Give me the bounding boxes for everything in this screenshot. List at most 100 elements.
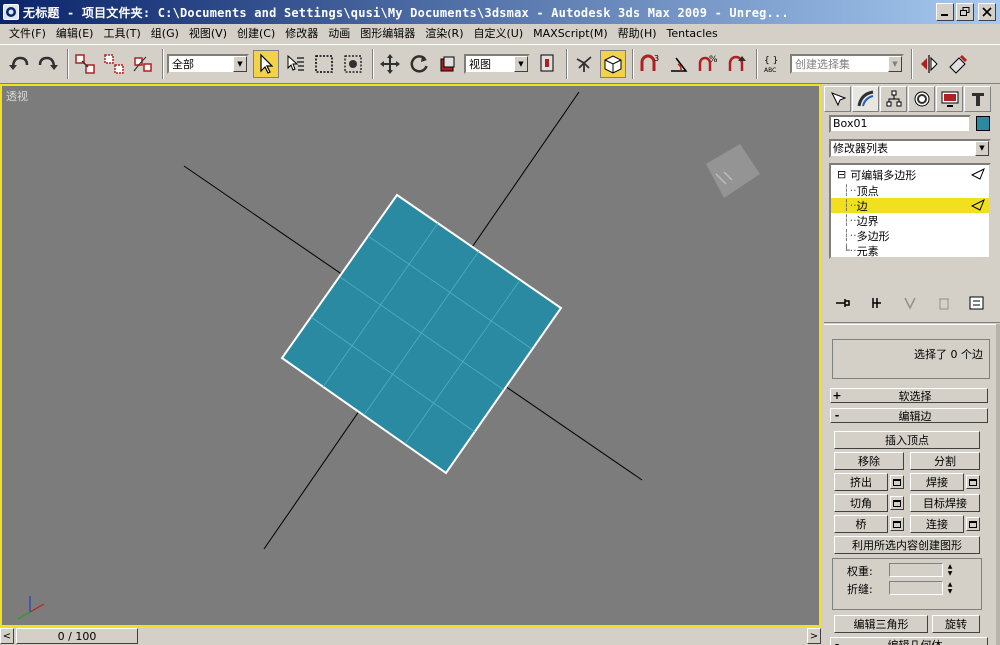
box01-object[interactable] — [280, 193, 563, 475]
stack-item-element[interactable]: └·· 元素 — [831, 243, 989, 258]
crease-spinner[interactable]: ▲ ▼ — [945, 581, 955, 595]
display-tab[interactable] — [936, 86, 963, 112]
spinner-snap-toggle-button[interactable] — [724, 50, 750, 78]
utilities-tab[interactable] — [964, 86, 991, 112]
time-slider-next-button[interactable]: > — [807, 628, 821, 644]
menu-rendering[interactable]: 渲染(R) — [420, 24, 468, 44]
object-color-swatch[interactable] — [976, 116, 990, 131]
menu-graph-editors[interactable]: 图形编辑器 — [355, 24, 420, 44]
stack-item-border[interactable]: ┆·· 边界 — [831, 213, 989, 228]
select-object-button[interactable] — [253, 50, 279, 78]
menu-animation[interactable]: 动画 — [323, 24, 355, 44]
command-panel-scrollbar[interactable] — [996, 324, 1000, 645]
edit-triangulation-button[interactable]: 编辑三角形 — [834, 615, 928, 633]
menu-file[interactable]: 文件(F) — [4, 24, 51, 44]
connect-settings-button[interactable] — [966, 517, 980, 531]
turn-button[interactable]: 旋转 — [932, 615, 980, 633]
create-shape-from-selection-button[interactable]: 利用所选内容创建图形 — [834, 536, 980, 554]
mirror-button[interactable] — [916, 50, 942, 78]
perspective-viewport[interactable]: 透视 — [0, 84, 821, 627]
window-crossing-button[interactable] — [340, 50, 366, 78]
reference-coordinate-system-dropdown[interactable]: 视图 ▼ — [464, 54, 530, 74]
soft-selection-rollout-header[interactable]: + 软选择 — [830, 388, 988, 403]
modifier-on-icon[interactable] — [971, 168, 985, 180]
remove-modifier-button[interactable] — [934, 294, 954, 312]
show-end-result-button[interactable] — [867, 294, 887, 312]
target-weld-button[interactable]: 目标焊接 — [910, 494, 980, 512]
undo-button[interactable] — [6, 50, 32, 78]
redo-button[interactable] — [35, 50, 61, 78]
menu-create[interactable]: 创建(C) — [232, 24, 280, 44]
modifier-list-dropdown[interactable]: 修改器列表 ▼ — [829, 139, 991, 158]
rollout-area: 选择了 0 个边 + 软选择 - 编辑边 插入顶点 移除 分割 挤出 焊接 切角… — [828, 329, 998, 645]
configure-modifier-sets-button[interactable] — [967, 294, 987, 312]
menu-help[interactable]: 帮助(H) — [613, 24, 662, 44]
bind-to-space-warp-button[interactable] — [130, 50, 156, 78]
menu-edit[interactable]: 编辑(E) — [51, 24, 99, 44]
select-and-manipulate-button[interactable] — [571, 50, 597, 78]
insert-vertex-button[interactable]: 插入顶点 — [834, 431, 980, 449]
remove-button[interactable]: 移除 — [834, 452, 904, 470]
make-unique-button[interactable] — [900, 294, 920, 312]
named-selection-sets-input[interactable]: 创建选择集 ▼ — [790, 54, 904, 74]
weight-input[interactable] — [889, 563, 943, 577]
menu-modifiers[interactable]: 修改器 — [280, 24, 323, 44]
chamfer-button[interactable]: 切角 — [834, 494, 888, 512]
modify-tab-icon — [857, 90, 873, 107]
connect-button[interactable]: 连接 — [910, 515, 964, 533]
hierarchy-tab[interactable] — [880, 86, 907, 112]
menu-customize[interactable]: 自定义(U) — [469, 24, 529, 44]
selection-filter-dropdown[interactable]: 全部 ▼ — [167, 54, 249, 74]
snaps-toggle-button[interactable]: 3 — [637, 50, 663, 78]
close-button[interactable] — [978, 3, 996, 21]
edit-geometry-rollout-header[interactable]: - 编辑几何体 — [830, 637, 988, 645]
angle-snap-toggle-button[interactable] — [666, 50, 692, 78]
time-slider-track[interactable] — [138, 628, 807, 644]
stack-item-edge[interactable]: ┆·· 边 — [831, 198, 989, 213]
menu-tentacles[interactable]: Tentacles — [662, 24, 723, 44]
view-cube[interactable] — [706, 144, 760, 198]
menu-views[interactable]: 视图(V) — [184, 24, 232, 44]
edit-edges-rollout-header[interactable]: - 编辑边 — [830, 408, 988, 423]
percent-snap-toggle-button[interactable]: % — [695, 50, 721, 78]
select-and-link-button[interactable] — [72, 50, 98, 78]
stack-item-editable-poly[interactable]: ⊟ 可编辑多边形 — [831, 167, 989, 182]
create-tab[interactable] — [824, 86, 851, 112]
align-button[interactable] — [945, 50, 971, 78]
collapse-icon[interactable]: ⊟ — [837, 168, 846, 181]
stack-item-polygon[interactable]: ┆·· 多边形 — [831, 228, 989, 243]
object-name-field[interactable]: Box01 — [829, 115, 971, 133]
modifier-on-icon[interactable] — [971, 199, 985, 211]
pin-stack-button[interactable] — [833, 294, 853, 312]
keyboard-shortcut-override-button[interactable] — [600, 50, 626, 78]
motion-tab[interactable] — [908, 86, 935, 112]
select-and-rotate-button[interactable] — [406, 50, 432, 78]
extrude-settings-button[interactable] — [890, 475, 904, 489]
app-icon[interactable] — [3, 4, 19, 20]
restore-button[interactable] — [956, 3, 974, 21]
weld-button[interactable]: 焊接 — [910, 473, 964, 491]
time-slider-thumb[interactable]: 0 / 100 — [16, 628, 138, 644]
select-and-move-button[interactable] — [377, 50, 403, 78]
menu-group[interactable]: 组(G) — [146, 24, 184, 44]
bridge-settings-button[interactable] — [890, 517, 904, 531]
time-slider-prev-button[interactable]: < — [0, 628, 14, 644]
crease-input[interactable] — [889, 581, 943, 595]
select-and-scale-button[interactable] — [435, 50, 461, 78]
rectangular-selection-region-button[interactable] — [311, 50, 337, 78]
use-pivot-point-center-button[interactable] — [534, 50, 560, 78]
edit-named-selection-button[interactable]: { } ABC — [761, 50, 787, 78]
weight-spinner[interactable]: ▲ ▼ — [945, 563, 955, 577]
chamfer-settings-button[interactable] — [890, 496, 904, 510]
weld-settings-button[interactable] — [966, 475, 980, 489]
menu-maxscript[interactable]: MAXScript(M) — [528, 24, 613, 44]
bridge-button[interactable]: 桥 — [834, 515, 888, 533]
stack-item-vertex[interactable]: ┆·· 顶点 — [831, 183, 989, 198]
select-by-name-button[interactable] — [282, 50, 308, 78]
extrude-button[interactable]: 挤出 — [834, 473, 888, 491]
modify-tab[interactable] — [852, 86, 879, 112]
split-button[interactable]: 分割 — [910, 452, 980, 470]
minimize-button[interactable] — [936, 3, 954, 21]
menu-tools[interactable]: 工具(T) — [98, 24, 145, 44]
unlink-selection-button[interactable] — [101, 50, 127, 78]
